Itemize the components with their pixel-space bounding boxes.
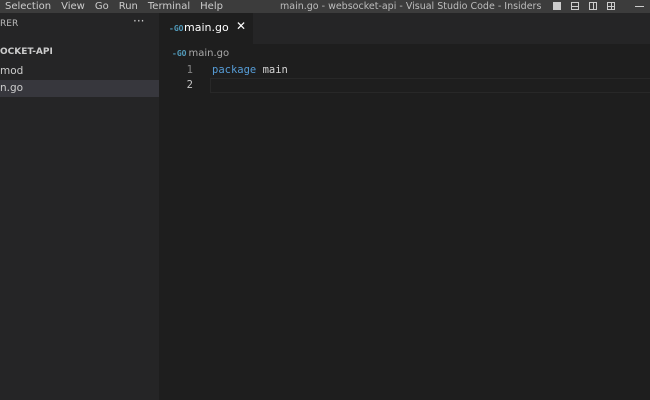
file-label: n.go bbox=[0, 82, 24, 94]
code-line: 1 package main bbox=[159, 63, 650, 78]
menu-selection[interactable]: Selection bbox=[0, 0, 56, 13]
line-number: 1 bbox=[186, 64, 193, 76]
window-title: main.go - websocket-api - Visual Studio … bbox=[280, 1, 542, 12]
go-file-icon: -GO bbox=[169, 24, 184, 33]
file-label: mod bbox=[0, 65, 24, 77]
menu-help[interactable]: Help bbox=[195, 0, 228, 13]
breadcrumb-label: main.go bbox=[188, 48, 230, 59]
file-item-go-mod[interactable]: mod bbox=[0, 63, 159, 80]
title-bar: Selection View Go Run Terminal Help main… bbox=[0, 0, 650, 13]
line-number: 2 bbox=[186, 79, 193, 91]
workspace-folder[interactable]: OCKET-API bbox=[0, 45, 53, 59]
close-icon[interactable]: ✕ bbox=[236, 19, 246, 33]
toggle-panel-icon[interactable] bbox=[566, 0, 584, 13]
menu-bar: Selection View Go Run Terminal Help bbox=[0, 0, 228, 13]
tab-main-go[interactable]: -GO main.go ✕ bbox=[159, 13, 253, 44]
breadcrumb[interactable]: -GO main.go bbox=[172, 48, 229, 59]
keyword: package bbox=[212, 64, 257, 76]
menu-terminal[interactable]: Terminal bbox=[143, 0, 195, 13]
editor-area: -GO main.go ✕ -GO main.go 1 package main … bbox=[159, 13, 650, 400]
go-file-icon: -GO bbox=[172, 49, 187, 58]
line-text: package main bbox=[212, 63, 288, 78]
explorer-sidebar: RER ··· OCKET-API mod n.go bbox=[0, 13, 159, 400]
menu-go[interactable]: Go bbox=[90, 0, 114, 13]
more-actions-icon[interactable]: ··· bbox=[133, 10, 144, 32]
layout-controls bbox=[548, 0, 620, 13]
code-line: 2 bbox=[159, 78, 650, 93]
file-item-main-go[interactable]: n.go bbox=[0, 80, 159, 97]
toggle-secondary-sidebar-icon[interactable] bbox=[584, 0, 602, 13]
explorer-header: RER ··· bbox=[0, 13, 159, 35]
tab-label: main.go bbox=[184, 21, 229, 34]
code-text: main bbox=[256, 64, 288, 76]
explorer-title: RER bbox=[0, 19, 19, 29]
toggle-sidebar-icon[interactable] bbox=[548, 0, 566, 13]
customize-layout-icon[interactable] bbox=[602, 0, 620, 13]
tab-bar: -GO main.go ✕ bbox=[159, 13, 650, 44]
menu-view[interactable]: View bbox=[56, 0, 90, 13]
minimize-button[interactable] bbox=[630, 0, 650, 13]
